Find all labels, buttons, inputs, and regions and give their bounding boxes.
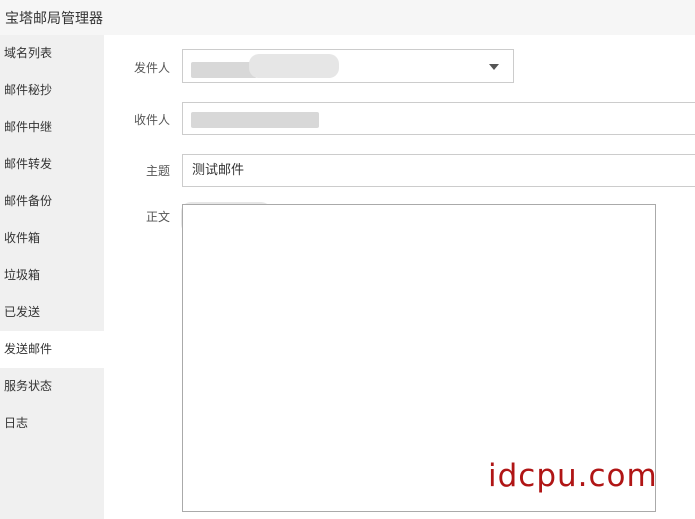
subject-input[interactable]: 测试邮件 [182,154,695,187]
sidebar-item-mail-bcc[interactable]: 邮件秘抄 [0,72,104,109]
send-mail-form: 发件人 收件人 主题 测试邮件 正文 [104,35,695,519]
sidebar-item-mail-backup[interactable]: 邮件备份 [0,183,104,220]
sender-label: 发件人 [133,61,170,75]
sidebar: 域名列表 邮件秘抄 邮件中继 邮件转发 邮件备份 收件箱 垃圾箱 已发送 发送邮… [0,35,104,519]
sender-select[interactable] [182,49,514,83]
recipient-label: 收件人 [133,113,170,127]
sidebar-item-service-status[interactable]: 服务状态 [0,368,104,405]
sidebar-item-mail-forward[interactable]: 邮件转发 [0,146,104,183]
chevron-down-icon[interactable] [489,64,499,70]
sidebar-item-send-mail[interactable]: 发送邮件 [0,331,104,368]
sidebar-item-spam[interactable]: 垃圾箱 [0,257,104,294]
sidebar-item-logs[interactable]: 日志 [0,405,104,442]
sidebar-item-domain-list[interactable]: 域名列表 [0,35,104,72]
sidebar-item-inbox[interactable]: 收件箱 [0,220,104,257]
sidebar-item-mail-relay[interactable]: 邮件中继 [0,109,104,146]
body-label: 正文 [145,210,170,224]
watermark: idcpu.com [488,458,658,494]
redacted-recipient-text [191,112,319,128]
subject-label: 主题 [145,164,170,178]
redacted-sender-text [191,62,257,78]
recipient-input[interactable] [182,102,695,135]
app-title: 宝塔邮局管理器 [5,11,103,27]
title-bar: 宝塔邮局管理器 [0,0,695,35]
sidebar-item-sent[interactable]: 已发送 [0,294,104,331]
redacted-sender-blur [249,54,339,78]
